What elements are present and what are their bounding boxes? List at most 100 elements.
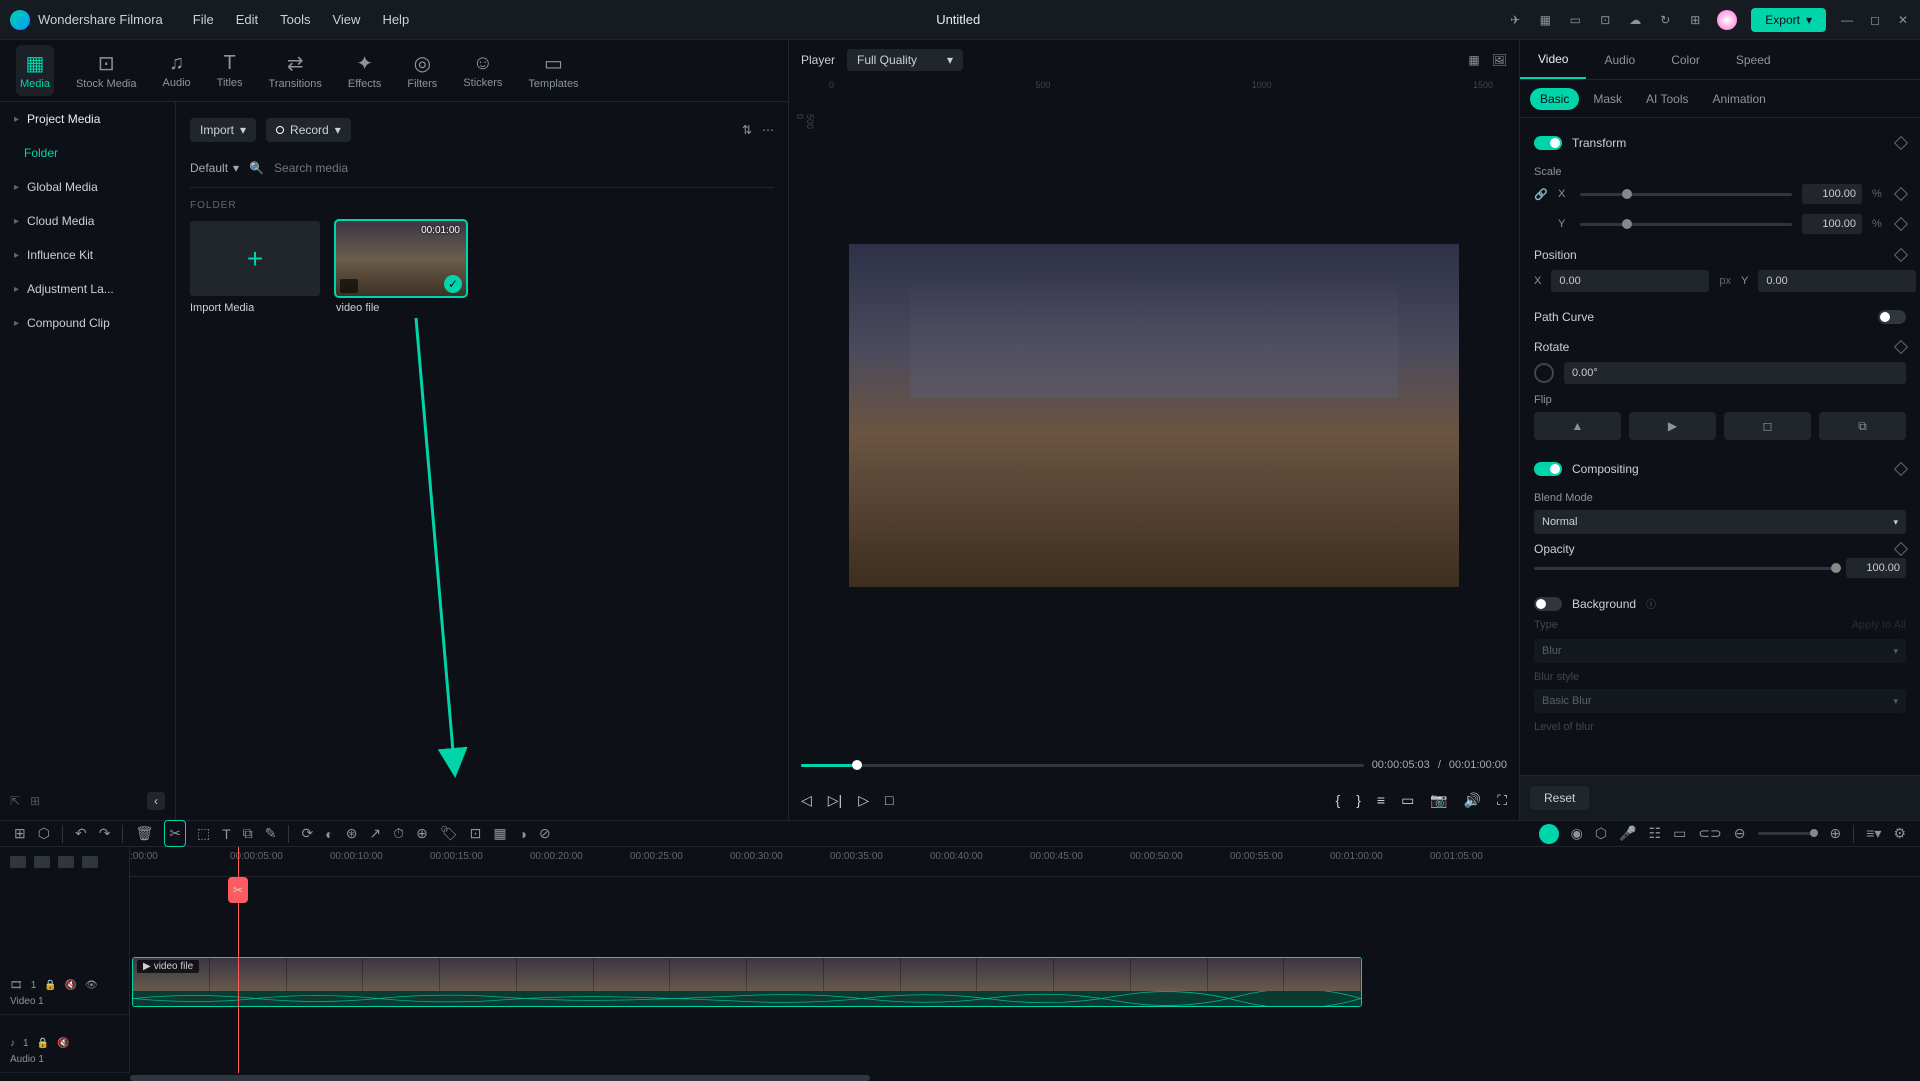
speed-icon[interactable]: ⟳ bbox=[301, 825, 313, 842]
copy-icon[interactable]: ⧉ bbox=[243, 825, 253, 842]
voice-icon[interactable]: ◉ bbox=[1571, 825, 1583, 842]
mark-out-button[interactable]: } bbox=[1356, 792, 1361, 808]
compositing-toggle[interactable] bbox=[1534, 462, 1562, 476]
flip-3-button[interactable]: ◻ bbox=[1724, 412, 1811, 440]
media-clip-thumb[interactable]: 00:01:00 ✓ bbox=[336, 221, 466, 296]
link2-icon[interactable]: ⊂⊃ bbox=[1698, 825, 1721, 842]
keyframe-icon[interactable] bbox=[1894, 248, 1908, 262]
step-button[interactable]: ▷| bbox=[828, 792, 842, 809]
undo-icon[interactable]: ↶ bbox=[75, 825, 87, 842]
import-button[interactable]: Import▾ bbox=[190, 118, 256, 142]
th-icon-3[interactable] bbox=[58, 856, 74, 868]
disk-icon[interactable]: ⊡ bbox=[1597, 12, 1613, 28]
record-indicator[interactable] bbox=[1539, 824, 1559, 844]
scale-x-input[interactable] bbox=[1802, 184, 1862, 204]
pstab-basic[interactable]: Basic bbox=[1530, 88, 1579, 110]
flip-h-button[interactable]: ▲ bbox=[1534, 412, 1621, 440]
prev-frame-button[interactable]: ◁ bbox=[801, 792, 812, 809]
flip-4-button[interactable]: ⧉ bbox=[1819, 412, 1906, 440]
path-curve-toggle[interactable] bbox=[1878, 310, 1906, 324]
apply-all-button[interactable]: Apply to All bbox=[1852, 619, 1906, 631]
th-icon-1[interactable] bbox=[10, 856, 26, 868]
sidebar-project-media[interactable]: ▸Project Media bbox=[0, 102, 175, 136]
new-folder-icon[interactable]: ⊞ bbox=[30, 794, 40, 808]
sidebar-influence-kit[interactable]: ▸Influence Kit bbox=[0, 238, 175, 272]
search-input[interactable] bbox=[274, 161, 774, 175]
color-icon[interactable]: ◐ bbox=[325, 826, 333, 842]
volume-icon[interactable]: 🔊 bbox=[1464, 792, 1481, 809]
opacity-slider[interactable] bbox=[1534, 567, 1836, 570]
th-icon-2[interactable] bbox=[34, 856, 50, 868]
fullscreen-icon[interactable]: ⛶ bbox=[1497, 792, 1507, 809]
pos-y-input[interactable] bbox=[1758, 270, 1916, 292]
tab-templates[interactable]: ▭Templates bbox=[524, 45, 582, 96]
unlink-icon[interactable]: ⊘ bbox=[539, 825, 551, 842]
sidebar-cloud-media[interactable]: ▸Cloud Media bbox=[0, 204, 175, 238]
rotate-dial[interactable] bbox=[1534, 363, 1554, 383]
zoom-in-icon[interactable]: ⊕ bbox=[1830, 825, 1842, 842]
record-button[interactable]: Record▾ bbox=[266, 118, 351, 142]
rotate-input[interactable] bbox=[1564, 362, 1906, 384]
video-preview[interactable] bbox=[849, 244, 1459, 587]
keyframe-icon[interactable] bbox=[1894, 217, 1908, 231]
sidebar-global-media[interactable]: ▸Global Media bbox=[0, 170, 175, 204]
ptab-audio[interactable]: Audio bbox=[1586, 40, 1653, 79]
scale-y-slider[interactable] bbox=[1580, 223, 1792, 226]
zoom-out-icon[interactable]: ⊖ bbox=[1734, 825, 1746, 842]
split-icon[interactable]: ✂ bbox=[165, 821, 185, 846]
menu-tools[interactable]: Tools bbox=[280, 12, 310, 27]
monitor-icon[interactable]: ▭ bbox=[1401, 792, 1414, 809]
tab-media[interactable]: ▦Media bbox=[16, 45, 54, 96]
grid-icon[interactable]: ⊞ bbox=[14, 825, 26, 842]
screen-icon[interactable]: ▭ bbox=[1567, 12, 1583, 28]
sidebar-adjustment-layer[interactable]: ▸Adjustment La... bbox=[0, 272, 175, 306]
zoom-slider[interactable] bbox=[1758, 832, 1818, 835]
mute-icon[interactable]: 🔇 bbox=[65, 980, 77, 991]
audio-track-header[interactable]: ♪1 🔒 🔇 Audio 1 bbox=[0, 1015, 129, 1073]
list-icon[interactable]: ≡ bbox=[1377, 792, 1385, 808]
settings-icon[interactable]: ⚙ bbox=[1893, 825, 1906, 842]
maximize-button[interactable]: ◻ bbox=[1868, 13, 1882, 27]
keyframe-icon[interactable] bbox=[1894, 462, 1908, 476]
play-button[interactable]: ▷ bbox=[858, 792, 869, 809]
keyframe-icon[interactable] bbox=[1894, 187, 1908, 201]
ptab-speed[interactable]: Speed bbox=[1718, 40, 1789, 79]
edit-icon[interactable]: ✎ bbox=[265, 825, 277, 842]
tab-titles[interactable]: TTitles bbox=[213, 46, 247, 95]
avatar[interactable] bbox=[1717, 10, 1737, 30]
refresh-icon[interactable]: ↻ bbox=[1657, 12, 1673, 28]
collapse-sidebar-button[interactable]: ‹ bbox=[147, 792, 165, 810]
flip-v-button[interactable]: ▶ bbox=[1629, 412, 1716, 440]
shield-icon[interactable]: ⬡ bbox=[1595, 825, 1607, 842]
eye-icon[interactable]: 👁 bbox=[85, 980, 98, 991]
pstab-ai-tools[interactable]: AI Tools bbox=[1636, 88, 1698, 110]
ptab-video[interactable]: Video bbox=[1520, 40, 1586, 79]
mask-icon[interactable]: ◑ bbox=[519, 826, 527, 842]
ptab-color[interactable]: Color bbox=[1653, 40, 1718, 79]
track-icon[interactable]: ⊕ bbox=[416, 825, 428, 842]
mic-icon[interactable]: 🎤 bbox=[1619, 825, 1636, 842]
keyframe-icon[interactable] bbox=[1894, 542, 1908, 556]
blend-mode-select[interactable]: Normal▾ bbox=[1534, 510, 1906, 534]
folder-out-icon[interactable]: ⇱ bbox=[10, 794, 20, 808]
tag-icon[interactable]: 🏷 bbox=[440, 825, 458, 842]
minimize-button[interactable]: — bbox=[1840, 13, 1854, 27]
bg-type-select[interactable]: Blur▾ bbox=[1534, 639, 1906, 663]
menu-file[interactable]: File bbox=[193, 12, 214, 27]
playhead-scissors-icon[interactable]: ✂ bbox=[228, 877, 248, 903]
delete-icon[interactable]: 🗑 bbox=[135, 825, 153, 842]
scale-y-input[interactable] bbox=[1802, 214, 1862, 234]
sort-default[interactable]: Default▾ bbox=[190, 161, 239, 175]
view-mode-icon[interactable]: ≡▾ bbox=[1866, 825, 1881, 842]
close-button[interactable]: ✕ bbox=[1896, 13, 1910, 27]
quality-select[interactable]: Full Quality▾ bbox=[847, 49, 963, 71]
cloud-icon[interactable]: ☁ bbox=[1627, 12, 1643, 28]
menu-edit[interactable]: Edit bbox=[236, 12, 258, 27]
background-toggle[interactable] bbox=[1534, 597, 1562, 611]
snapshot-icon[interactable]: 📷 bbox=[1430, 792, 1447, 809]
import-media-tile[interactable]: + bbox=[190, 221, 320, 296]
send-icon[interactable]: ✈ bbox=[1507, 12, 1523, 28]
keyframe-icon[interactable] bbox=[1894, 136, 1908, 150]
filter-icon[interactable]: ⇅ bbox=[742, 123, 752, 137]
tab-transitions[interactable]: ⇄Transitions bbox=[265, 45, 326, 96]
